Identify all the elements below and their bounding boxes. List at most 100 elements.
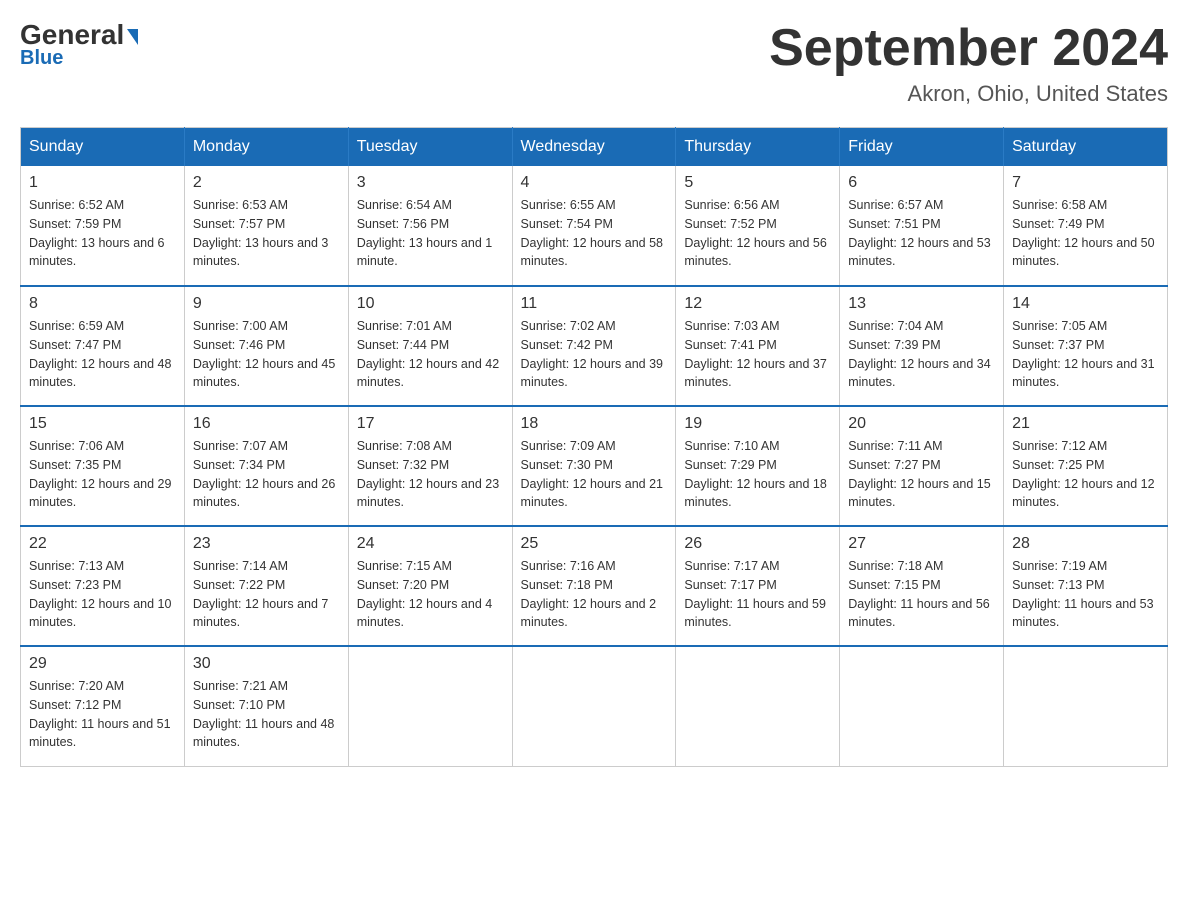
daylight-label: Daylight: 11 hours and 51 minutes. [29, 717, 171, 750]
day-number: 28 [1012, 535, 1159, 553]
sunrise-label: Sunrise: 6:55 AM [521, 198, 616, 212]
day-info: Sunrise: 6:56 AM Sunset: 7:52 PM Dayligh… [684, 196, 831, 271]
calendar-cell [512, 646, 676, 766]
sunrise-label: Sunrise: 7:03 AM [684, 319, 779, 333]
sunset-label: Sunset: 7:15 PM [848, 578, 940, 592]
daylight-label: Daylight: 13 hours and 3 minutes. [193, 236, 329, 269]
daylight-label: Daylight: 12 hours and 15 minutes. [848, 477, 990, 510]
day-number: 3 [357, 174, 504, 192]
daylight-label: Daylight: 12 hours and 34 minutes. [848, 357, 990, 390]
day-number: 27 [848, 535, 995, 553]
calendar-table: SundayMondayTuesdayWednesdayThursdayFrid… [20, 127, 1168, 767]
calendar-header-row: SundayMondayTuesdayWednesdayThursdayFrid… [21, 128, 1168, 167]
sunrise-label: Sunrise: 7:04 AM [848, 319, 943, 333]
sunset-label: Sunset: 7:37 PM [1012, 338, 1104, 352]
sunset-label: Sunset: 7:13 PM [1012, 578, 1104, 592]
sunset-label: Sunset: 7:42 PM [521, 338, 613, 352]
day-number: 20 [848, 415, 995, 433]
day-info: Sunrise: 7:08 AM Sunset: 7:32 PM Dayligh… [357, 437, 504, 512]
logo-blue: Blue [20, 47, 63, 70]
calendar-cell: 16 Sunrise: 7:07 AM Sunset: 7:34 PM Dayl… [184, 406, 348, 526]
sunset-label: Sunset: 7:57 PM [193, 217, 285, 231]
calendar-week-row: 22 Sunrise: 7:13 AM Sunset: 7:23 PM Dayl… [21, 526, 1168, 646]
sunrise-label: Sunrise: 7:09 AM [521, 439, 616, 453]
daylight-label: Daylight: 11 hours and 53 minutes. [1012, 597, 1154, 630]
day-header-tuesday: Tuesday [348, 128, 512, 167]
sunrise-label: Sunrise: 7:13 AM [29, 559, 124, 573]
day-info: Sunrise: 7:16 AM Sunset: 7:18 PM Dayligh… [521, 557, 668, 632]
day-info: Sunrise: 6:54 AM Sunset: 7:56 PM Dayligh… [357, 196, 504, 271]
day-number: 7 [1012, 174, 1159, 192]
day-header-friday: Friday [840, 128, 1004, 167]
sunset-label: Sunset: 7:27 PM [848, 458, 940, 472]
sunrise-label: Sunrise: 7:14 AM [193, 559, 288, 573]
daylight-label: Daylight: 12 hours and 48 minutes. [29, 357, 171, 390]
day-info: Sunrise: 7:12 AM Sunset: 7:25 PM Dayligh… [1012, 437, 1159, 512]
calendar-week-row: 29 Sunrise: 7:20 AM Sunset: 7:12 PM Dayl… [21, 646, 1168, 766]
day-info: Sunrise: 7:18 AM Sunset: 7:15 PM Dayligh… [848, 557, 995, 632]
day-number: 25 [521, 535, 668, 553]
title-section: September 2024 Akron, Ohio, United State… [769, 20, 1168, 107]
day-info: Sunrise: 6:59 AM Sunset: 7:47 PM Dayligh… [29, 317, 176, 392]
calendar-cell: 15 Sunrise: 7:06 AM Sunset: 7:35 PM Dayl… [21, 406, 185, 526]
sunrise-label: Sunrise: 7:12 AM [1012, 439, 1107, 453]
daylight-label: Daylight: 12 hours and 12 minutes. [1012, 477, 1154, 510]
day-info: Sunrise: 7:02 AM Sunset: 7:42 PM Dayligh… [521, 317, 668, 392]
day-number: 29 [29, 655, 176, 673]
sunset-label: Sunset: 7:32 PM [357, 458, 449, 472]
month-year-title: September 2024 [769, 20, 1168, 77]
sunrise-label: Sunrise: 7:08 AM [357, 439, 452, 453]
calendar-cell: 19 Sunrise: 7:10 AM Sunset: 7:29 PM Dayl… [676, 406, 840, 526]
day-number: 4 [521, 174, 668, 192]
calendar-cell: 22 Sunrise: 7:13 AM Sunset: 7:23 PM Dayl… [21, 526, 185, 646]
calendar-cell: 21 Sunrise: 7:12 AM Sunset: 7:25 PM Dayl… [1004, 406, 1168, 526]
day-number: 13 [848, 295, 995, 313]
daylight-label: Daylight: 12 hours and 31 minutes. [1012, 357, 1154, 390]
sunset-label: Sunset: 7:39 PM [848, 338, 940, 352]
calendar-week-row: 8 Sunrise: 6:59 AM Sunset: 7:47 PM Dayli… [21, 286, 1168, 406]
daylight-label: Daylight: 12 hours and 39 minutes. [521, 357, 663, 390]
location-subtitle: Akron, Ohio, United States [769, 81, 1168, 107]
day-number: 6 [848, 174, 995, 192]
day-number: 15 [29, 415, 176, 433]
sunset-label: Sunset: 7:10 PM [193, 698, 285, 712]
sunset-label: Sunset: 7:20 PM [357, 578, 449, 592]
daylight-label: Daylight: 12 hours and 21 minutes. [521, 477, 663, 510]
sunset-label: Sunset: 7:35 PM [29, 458, 121, 472]
calendar-cell: 1 Sunrise: 6:52 AM Sunset: 7:59 PM Dayli… [21, 166, 185, 286]
sunset-label: Sunset: 7:54 PM [521, 217, 613, 231]
calendar-cell: 11 Sunrise: 7:02 AM Sunset: 7:42 PM Dayl… [512, 286, 676, 406]
day-header-thursday: Thursday [676, 128, 840, 167]
sunrise-label: Sunrise: 6:54 AM [357, 198, 452, 212]
calendar-cell: 30 Sunrise: 7:21 AM Sunset: 7:10 PM Dayl… [184, 646, 348, 766]
sunrise-label: Sunrise: 7:18 AM [848, 559, 943, 573]
day-number: 11 [521, 295, 668, 313]
sunrise-label: Sunrise: 6:52 AM [29, 198, 124, 212]
sunset-label: Sunset: 7:46 PM [193, 338, 285, 352]
day-info: Sunrise: 6:53 AM Sunset: 7:57 PM Dayligh… [193, 196, 340, 271]
day-number: 14 [1012, 295, 1159, 313]
calendar-cell: 18 Sunrise: 7:09 AM Sunset: 7:30 PM Dayl… [512, 406, 676, 526]
daylight-label: Daylight: 12 hours and 7 minutes. [193, 597, 329, 630]
day-number: 17 [357, 415, 504, 433]
calendar-cell: 7 Sunrise: 6:58 AM Sunset: 7:49 PM Dayli… [1004, 166, 1168, 286]
sunrise-label: Sunrise: 7:21 AM [193, 679, 288, 693]
calendar-cell: 25 Sunrise: 7:16 AM Sunset: 7:18 PM Dayl… [512, 526, 676, 646]
day-number: 30 [193, 655, 340, 673]
day-info: Sunrise: 7:20 AM Sunset: 7:12 PM Dayligh… [29, 677, 176, 752]
daylight-label: Daylight: 12 hours and 23 minutes. [357, 477, 499, 510]
day-info: Sunrise: 6:58 AM Sunset: 7:49 PM Dayligh… [1012, 196, 1159, 271]
sunset-label: Sunset: 7:41 PM [684, 338, 776, 352]
calendar-cell: 3 Sunrise: 6:54 AM Sunset: 7:56 PM Dayli… [348, 166, 512, 286]
day-info: Sunrise: 6:52 AM Sunset: 7:59 PM Dayligh… [29, 196, 176, 271]
sunset-label: Sunset: 7:49 PM [1012, 217, 1104, 231]
daylight-label: Daylight: 13 hours and 6 minutes. [29, 236, 165, 269]
calendar-cell: 17 Sunrise: 7:08 AM Sunset: 7:32 PM Dayl… [348, 406, 512, 526]
day-info: Sunrise: 6:55 AM Sunset: 7:54 PM Dayligh… [521, 196, 668, 271]
calendar-cell: 10 Sunrise: 7:01 AM Sunset: 7:44 PM Dayl… [348, 286, 512, 406]
day-number: 24 [357, 535, 504, 553]
sunrise-label: Sunrise: 6:57 AM [848, 198, 943, 212]
day-number: 5 [684, 174, 831, 192]
sunset-label: Sunset: 7:56 PM [357, 217, 449, 231]
day-number: 21 [1012, 415, 1159, 433]
